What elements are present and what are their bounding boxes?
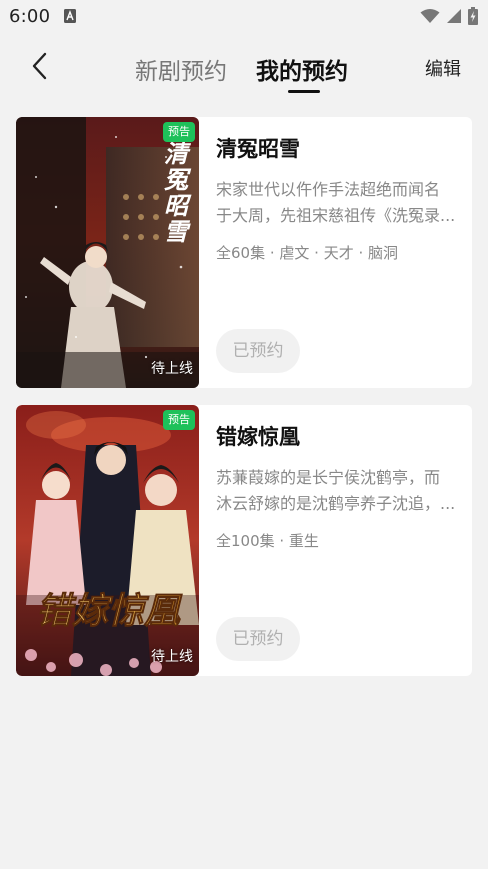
back-button[interactable] [22, 48, 58, 84]
reserved-button[interactable]: 已预约 [216, 329, 300, 373]
drama-meta: 全100集 · 重生 [216, 532, 319, 550]
drama-card[interactable]: 清冤昭雪 预告 待上线 清冤昭雪 宋家世代以仵作手法超绝而闻名 于大周，先祖宋慈… [16, 117, 472, 388]
poster-image: 清冤昭雪 [16, 117, 199, 388]
reserved-button[interactable]: 已预约 [216, 617, 300, 661]
signal-icon [447, 9, 461, 23]
drama-title: 错嫁惊凰 [216, 425, 300, 449]
trailer-badge: 预告 [163, 410, 195, 430]
drama-description: 宋家世代以仵作手法超绝而闻名 于大周，先祖宋慈祖传《洗冤录... [216, 177, 460, 229]
drama-poster[interactable]: 错嫁惊凰 预告 待上线 [16, 405, 199, 676]
tab-my-reservation[interactable]: 我的预约 [256, 52, 348, 86]
edit-button[interactable]: 编辑 [425, 55, 461, 81]
notification-a-icon [64, 9, 76, 23]
description-line: 宋家世代以仵作手法超绝而闻名 [216, 180, 441, 199]
wifi-icon [420, 9, 440, 23]
description-line: 沐云舒嫁的是沈鹤亭养子沈追，... [216, 494, 456, 513]
battery-charging-icon [468, 7, 478, 25]
header: 新剧预约 我的预约 编辑 [0, 34, 488, 102]
drama-poster[interactable]: 清冤昭雪 预告 待上线 [16, 117, 199, 388]
trailer-badge: 预告 [163, 122, 195, 142]
status-bar: 6:00 [0, 0, 488, 34]
description-line: 苏蒹葭嫁的是长宁侯沈鹤亭，而 [216, 468, 441, 487]
drama-description: 苏蒹葭嫁的是长宁侯沈鹤亭，而 沐云舒嫁的是沈鹤亭养子沈追，... [216, 465, 460, 517]
drama-card[interactable]: 错嫁惊凰 预告 待上线 错嫁惊凰 苏蒹葭嫁的是长宁侯沈鹤亭，而 沐云舒嫁的是沈鹤… [16, 405, 472, 676]
status-time: 6:00 [9, 6, 51, 27]
chevron-left-icon [32, 52, 47, 80]
poster-status-label: 待上线 [151, 649, 193, 665]
poster-image: 错嫁惊凰 [16, 405, 199, 676]
description-line: 于大周，先祖宋慈祖传《洗冤录... [216, 206, 456, 225]
drama-meta: 全60集 · 虐文 · 天才 · 脑洞 [216, 244, 399, 262]
svg-text:错嫁惊凰: 错嫁惊凰 [36, 590, 183, 632]
tab-new-drama-reservation[interactable]: 新剧预约 [135, 52, 227, 86]
active-tab-indicator [288, 90, 320, 93]
status-icons [420, 6, 478, 26]
drama-title: 清冤昭雪 [216, 137, 300, 161]
poster-status-label: 待上线 [151, 361, 193, 377]
svg-text:清冤昭雪: 清冤昭雪 [164, 139, 192, 246]
